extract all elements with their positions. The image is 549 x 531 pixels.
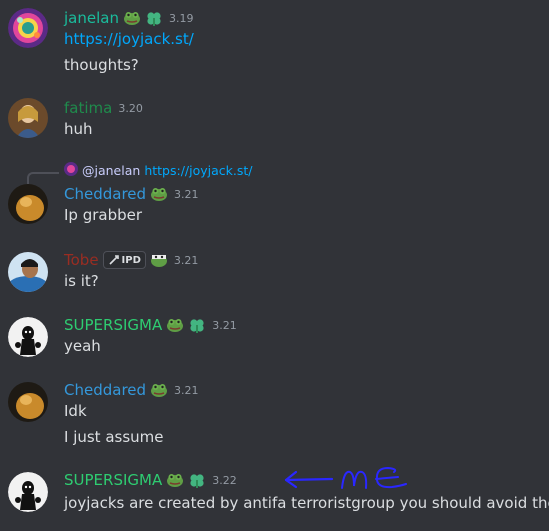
reply-connector [27,172,59,184]
timestamp: 3.21 [174,383,199,397]
avatar[interactable] [8,184,48,224]
timestamp: 3.21 [173,253,199,267]
pepe-emoji-icon [150,251,168,269]
annotation-m [341,470,368,489]
avatar[interactable] [8,98,48,138]
avatar[interactable] [8,8,48,48]
frog-emoji-icon [166,316,184,334]
message-text: I just assume [64,428,164,446]
frog-emoji-icon [150,381,168,399]
timestamp: 3.21 [174,187,199,201]
username[interactable]: Tobe [64,251,99,269]
timestamp: 3.22 [212,473,237,487]
timestamp: 3.21 [212,318,237,332]
avatar[interactable] [8,317,48,357]
username[interactable]: janelan [64,9,119,27]
message-text: thoughts? [64,56,139,74]
annotation-e [375,466,407,489]
username[interactable]: Cheddared [64,185,146,203]
reply-link[interactable]: https://joyjack.st/ [144,163,252,178]
avatar[interactable] [8,472,48,512]
message-text: is it? [64,272,99,290]
username[interactable]: SUPERSIGMA [64,471,162,489]
clover-icon [145,9,163,27]
username[interactable]: SUPERSIGMA [64,316,162,334]
clover-icon [188,316,206,334]
reply-mention[interactable]: @janelan [82,163,140,178]
message-text: Ip grabber [64,206,143,224]
reply-preview[interactable]: @janelan https://joyjack.st/ [64,162,252,179]
frog-emoji-icon [123,9,141,27]
timestamp: 3.19 [168,11,194,25]
reply-avatar-icon [64,162,78,179]
arrow-left-icon [284,470,334,489]
message-text: yeah [64,337,101,355]
avatar[interactable] [8,382,48,422]
clover-icon [188,471,206,489]
frog-emoji-icon [150,185,168,203]
username[interactable]: Cheddared [64,381,146,399]
role-tag[interactable]: IPD [102,251,146,269]
username[interactable]: fatima [64,99,112,117]
sword-icon [108,255,119,265]
frog-emoji-icon [166,471,184,489]
annotation [284,466,407,489]
timestamp: 3.20 [118,101,143,115]
role-tag-label: IPD [121,254,141,266]
message-text: Idk [64,402,87,420]
message-link[interactable]: https://joyjack.st/ [64,30,194,48]
avatar[interactable] [8,252,48,292]
message-text: huh [64,120,93,138]
